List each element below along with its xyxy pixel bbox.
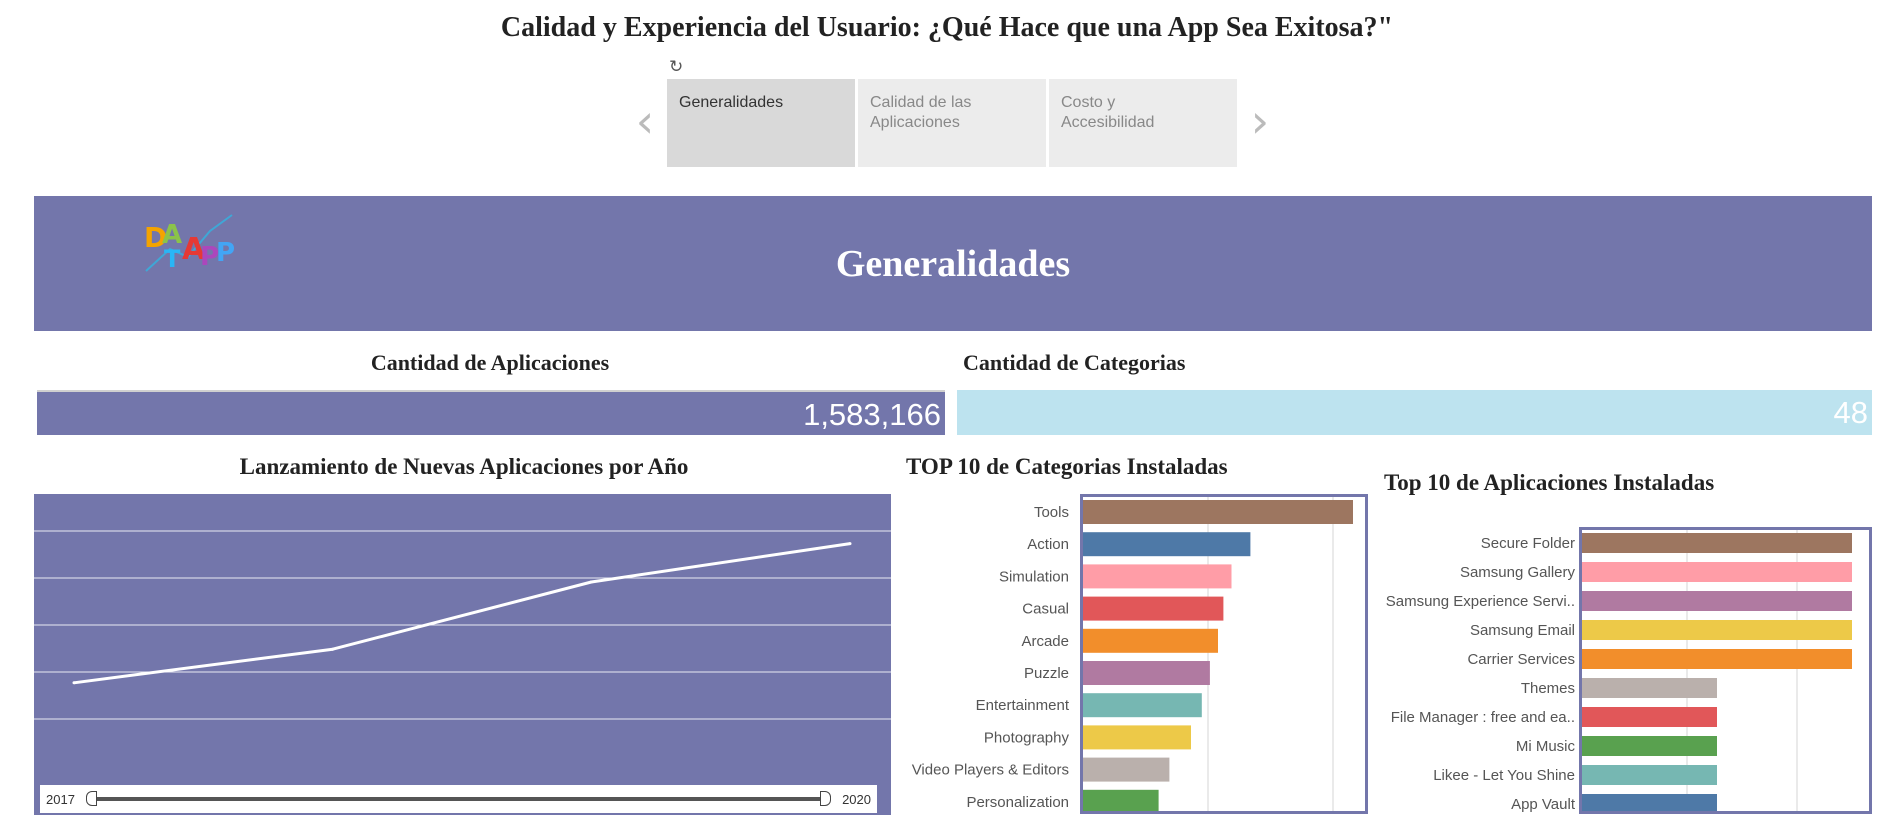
previous-story-arrow-icon[interactable]: ‹ <box>630 98 660 148</box>
slider-start-handle[interactable] <box>86 791 97 806</box>
line-series[interactable] <box>73 542 851 685</box>
bar-file-manager-free-and-ea-[interactable] <box>1582 707 1717 727</box>
line-chart-title: Lanzamiento de Nuevas Aplicaciones por A… <box>239 454 689 479</box>
bar-label: Puzzle <box>1024 665 1069 682</box>
tab-costo-accesibilidad[interactable]: Costo y Accesibilidad <box>1049 79 1237 167</box>
line-point[interactable] <box>848 542 852 546</box>
bar-likee-let-you-shine[interactable] <box>1582 765 1717 785</box>
slider-start-label: 2017 <box>46 792 75 807</box>
bar-label: Video Players & Editors <box>912 762 1069 779</box>
bar-label: File Manager : free and ea.. <box>1391 709 1575 726</box>
bar-photography[interactable] <box>1083 725 1191 750</box>
bar-label: Themes <box>1521 680 1575 697</box>
bar-label: App Vault <box>1511 796 1576 813</box>
line-point[interactable] <box>72 681 76 685</box>
tab-calidad-aplicaciones[interactable]: Calidad de las Aplicaciones <box>858 79 1046 167</box>
app-chart-frame[interactable] <box>1579 527 1872 814</box>
bar-tools[interactable] <box>1083 500 1353 524</box>
app-bar-chart[interactable] <box>1582 530 1869 811</box>
bar-samsung-experience-servi-[interactable] <box>1582 591 1852 611</box>
next-story-arrow-icon[interactable]: › <box>1245 98 1275 148</box>
category-chart-title: TOP 10 de Categorias Instaladas <box>906 454 1228 479</box>
bar-label: Personalization <box>966 794 1069 811</box>
line-point[interactable] <box>589 580 593 584</box>
slider-end-label: 2020 <box>842 792 871 807</box>
line-point[interactable] <box>331 647 335 651</box>
bar-label: Simulation <box>999 568 1069 585</box>
bar-arcade[interactable] <box>1083 628 1218 653</box>
dashboard-title: Calidad y Experiencia del Usuario: ¿Qué … <box>500 12 1394 43</box>
bar-label: Photography <box>984 729 1070 746</box>
bar-themes[interactable] <box>1582 678 1717 698</box>
line-chart-panel[interactable] <box>34 494 891 815</box>
bar-samsung-email[interactable] <box>1582 620 1852 640</box>
bar-carrier-services[interactable] <box>1582 649 1852 669</box>
bar-mi-music[interactable] <box>1582 736 1717 756</box>
category-bar-chart[interactable] <box>1083 497 1365 811</box>
bar-label: Entertainment <box>976 697 1070 714</box>
kpi-categories-card[interactable]: 48 <box>957 390 1872 435</box>
bar-label: Samsung Experience Servi.. <box>1386 593 1575 610</box>
kpi-categories-value: 48 <box>1833 395 1868 430</box>
section-title: Generalidades <box>835 243 1071 285</box>
kpi-categories-title: Cantidad de Categorias <box>963 350 1186 375</box>
bar-label: Carrier Services <box>1467 651 1575 668</box>
kpi-apps-title: Cantidad de Aplicaciones <box>370 350 610 375</box>
line-chart[interactable] <box>34 494 891 815</box>
bar-personalization[interactable] <box>1083 789 1159 811</box>
bar-samsung-gallery[interactable] <box>1582 562 1852 582</box>
bar-label: Action <box>1027 536 1069 553</box>
bar-simulation[interactable] <box>1083 564 1232 589</box>
bar-action[interactable] <box>1083 532 1251 557</box>
bar-label: Secure Folder <box>1481 535 1575 552</box>
bar-entertainment[interactable] <box>1083 693 1202 718</box>
bar-label: Arcade <box>1021 633 1069 650</box>
app-chart-title: Top 10 de Aplicaciones Instaladas <box>1384 470 1715 495</box>
category-chart-frame[interactable] <box>1080 494 1368 814</box>
slider-track[interactable] <box>88 797 830 801</box>
bar-secure-folder[interactable] <box>1582 533 1852 553</box>
bar-label: Mi Music <box>1516 738 1576 755</box>
tab-generalidades[interactable]: Generalidades <box>667 79 855 167</box>
revert-icon[interactable]: ↻ <box>669 58 687 76</box>
bar-label: Samsung Gallery <box>1460 564 1576 581</box>
bar-video-players-editors[interactable] <box>1083 757 1170 782</box>
year-range-slider[interactable]: 2017 2020 <box>40 785 877 813</box>
bar-label: Samsung Email <box>1470 622 1575 639</box>
kpi-apps-card[interactable]: 1,583,166 <box>37 390 945 435</box>
bar-app-vault[interactable] <box>1582 794 1717 811</box>
bar-label: Likee - Let You Shine <box>1433 767 1575 784</box>
bar-label: Casual <box>1022 601 1069 618</box>
slider-end-handle[interactable] <box>820 791 831 806</box>
kpi-apps-value: 1,583,166 <box>803 397 941 432</box>
bar-puzzle[interactable] <box>1083 661 1210 685</box>
section-banner: D A T A P P Generalidades <box>34 196 1872 331</box>
bar-casual[interactable] <box>1083 596 1224 621</box>
bar-label: Tools <box>1034 504 1069 521</box>
